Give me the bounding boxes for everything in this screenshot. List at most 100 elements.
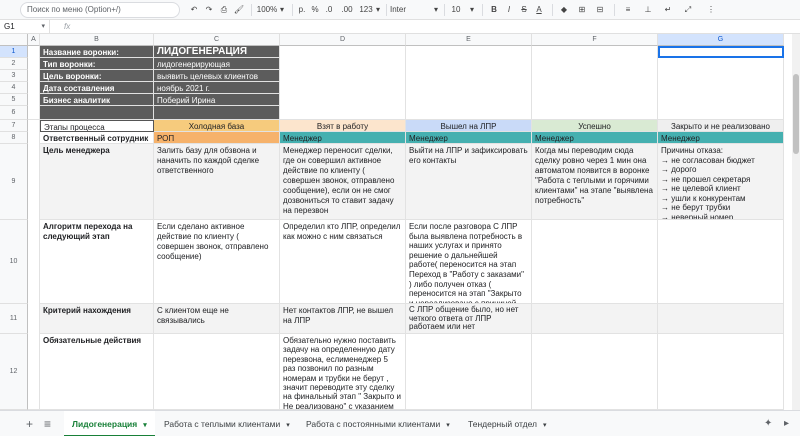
tab-tender-department[interactable]: Тендерный отдел ▾	[460, 411, 555, 436]
tab-warm-clients[interactable]: Работа с теплыми клиентами ▾	[156, 411, 298, 436]
criterion-cell[interactable]: С ЛПР общение было, но нет четкого ответ…	[406, 304, 532, 334]
responsible-cell[interactable]: Менеджер	[532, 132, 658, 144]
currency-format-button[interactable]: р.	[296, 3, 308, 17]
column-header-c[interactable]: C	[154, 34, 280, 46]
select-all-corner[interactable]	[0, 34, 28, 46]
column-header-b[interactable]: B	[40, 34, 154, 46]
font-select[interactable]: Inter	[390, 3, 420, 17]
row-header-2[interactable]: 2	[0, 58, 28, 70]
vertical-align-icon[interactable]: ⊥	[642, 3, 654, 17]
percent-format-button[interactable]: %	[310, 3, 320, 17]
fill-color-icon[interactable]: ◆	[558, 3, 570, 17]
mandatory-cell[interactable]	[154, 334, 280, 410]
goal-label[interactable]: Цель менеджера	[40, 144, 154, 220]
row-header-4[interactable]: 4	[0, 82, 28, 94]
row-header-10[interactable]: 10	[0, 220, 28, 304]
column-header-g[interactable]: G	[658, 34, 784, 46]
criterion-label[interactable]: Критерий нахождения	[40, 304, 154, 334]
tab-regular-clients[interactable]: Работа с постоянными клиентами ▾	[298, 411, 458, 436]
responsible-label[interactable]: Ответственный сотрудник	[40, 132, 154, 144]
more-icon[interactable]: ⋮	[706, 3, 716, 17]
date-label[interactable]: Дата составления	[40, 82, 154, 94]
vertical-scrollbar[interactable]	[792, 34, 800, 410]
row-header-6[interactable]: 6	[0, 106, 28, 120]
column-header-d[interactable]: D	[280, 34, 406, 46]
italic-button[interactable]: I	[503, 3, 515, 17]
funnel-goal-label[interactable]: Цель воронки:	[40, 70, 154, 82]
criterion-cell[interactable]	[532, 304, 658, 334]
zoom-select[interactable]: 100%	[256, 3, 278, 17]
chevron-down-icon[interactable]: ▾	[446, 422, 450, 429]
name-box[interactable]: G1 ▾	[0, 20, 50, 34]
font-size-select[interactable]: 10	[448, 3, 464, 17]
stages-label[interactable]: Этапы процесса	[40, 120, 154, 132]
all-sheets-icon[interactable]: ≡	[44, 417, 51, 431]
row-header-3[interactable]: 3	[0, 70, 28, 82]
algorithm-label[interactable]: Алгоритм перехода на следующий этап	[40, 220, 154, 304]
stage-closed-lost[interactable]: Закрыто и не реализовано	[658, 120, 784, 132]
date-value[interactable]: ноябрь 2021 г.	[154, 82, 280, 94]
algorithm-cell[interactable]	[532, 220, 658, 304]
row-header-1[interactable]: 1	[0, 46, 28, 58]
text-color-button[interactable]: A	[533, 3, 545, 17]
info-spacer-label[interactable]	[40, 106, 154, 120]
chevron-down-icon[interactable]: ▾	[543, 422, 547, 429]
funnel-type-label[interactable]: Тип воронки:	[40, 58, 154, 70]
criterion-cell[interactable]	[658, 304, 784, 334]
row-header-12[interactable]: 12	[0, 334, 28, 410]
strikethrough-button[interactable]: S	[518, 3, 530, 17]
row-header-8[interactable]: 8	[0, 132, 28, 144]
explore-icon[interactable]: ✦	[764, 417, 772, 431]
criterion-cell[interactable]: С клиентом еще не связывались	[154, 304, 280, 334]
goal-cell[interactable]: Менеджер переносит сделки, где он соверш…	[280, 144, 406, 220]
column-header-e[interactable]: E	[406, 34, 532, 46]
responsible-cell[interactable]: РОП	[154, 132, 280, 144]
row-header-9[interactable]: 9	[0, 144, 28, 220]
text-rotation-icon[interactable]: ⤢	[682, 3, 694, 17]
funnel-type-value[interactable]: лидогенерирующая	[154, 58, 280, 70]
paint-format-icon[interactable]: 🖌	[233, 3, 245, 17]
responsible-cell[interactable]: Менеджер	[658, 132, 784, 144]
responsible-cell[interactable]: Менеджер	[406, 132, 532, 144]
redo-icon[interactable]: ↷	[203, 3, 215, 17]
goal-cell-rejection-reasons[interactable]: Причины отказа: → не согласован бюджет →…	[658, 144, 784, 220]
merge-cells-icon[interactable]: ⊟	[594, 3, 606, 17]
collapse-icon[interactable]: ▸	[784, 417, 789, 431]
stage-reached-lpr[interactable]: Вышел на ЛПР	[406, 120, 532, 132]
spreadsheet-grid[interactable]: A B C D E F G 1 2 3 4 5 6 7 8 9 10 11 12…	[0, 34, 800, 410]
row-header-7[interactable]: 7	[0, 120, 28, 132]
borders-icon[interactable]: ⊞	[576, 3, 588, 17]
empty-cell[interactable]	[280, 46, 406, 120]
add-sheet-icon[interactable]: +	[26, 417, 33, 431]
goal-cell[interactable]: Залить базу для обзвона и наначить по ка…	[154, 144, 280, 220]
funnel-name-label[interactable]: Название воронки:	[40, 46, 154, 58]
mandatory-cell[interactable]	[406, 334, 532, 410]
info-spacer-value[interactable]	[154, 106, 280, 120]
empty-cell[interactable]	[406, 46, 532, 120]
chevron-down-icon[interactable]: ▾	[143, 422, 147, 429]
algorithm-cell[interactable]	[658, 220, 784, 304]
funnel-name-value[interactable]: ЛИДОГЕНЕРАЦИЯ	[154, 46, 280, 58]
print-icon[interactable]: ⎙	[218, 3, 230, 17]
stage-cold-base[interactable]: Холодная база	[154, 120, 280, 132]
menu-search-input[interactable]: Поиск по меню (Option+/)	[20, 2, 180, 18]
algorithm-cell[interactable]: Если после разговора С ЛПР была выявлена…	[406, 220, 532, 304]
chevron-down-icon[interactable]: ▾	[468, 3, 476, 17]
chevron-down-icon[interactable]: ▾	[286, 422, 290, 429]
analyst-value[interactable]: Поберий Ирина	[154, 94, 280, 106]
decrease-decimal-button[interactable]: .0	[322, 3, 336, 17]
column-header-a[interactable]: A	[28, 34, 40, 46]
tab-lidogeneratsiya[interactable]: Лидогенерация ▾	[64, 411, 155, 436]
criterion-cell[interactable]: Нет контактов ЛПР, не вышел на ЛПР	[280, 304, 406, 334]
goal-cell[interactable]: Выйти на ЛПР и зафиксировать его контакт…	[406, 144, 532, 220]
text-wrap-icon[interactable]: ↵	[662, 3, 674, 17]
chevron-down-icon[interactable]: ▾	[41, 20, 45, 34]
chevron-down-icon[interactable]: ▾	[432, 3, 440, 17]
goal-cell[interactable]: Когда мы переводим сюда сделку ровно чер…	[532, 144, 658, 220]
chevron-down-icon[interactable]: ▾	[278, 3, 286, 17]
algorithm-cell[interactable]: Если сделано активное действие по клиент…	[154, 220, 280, 304]
stage-in-progress[interactable]: Взят в работу	[280, 120, 406, 132]
chevron-down-icon[interactable]: ▾	[374, 3, 382, 17]
responsible-cell[interactable]: Менеджер	[280, 132, 406, 144]
column-header-f[interactable]: F	[532, 34, 658, 46]
